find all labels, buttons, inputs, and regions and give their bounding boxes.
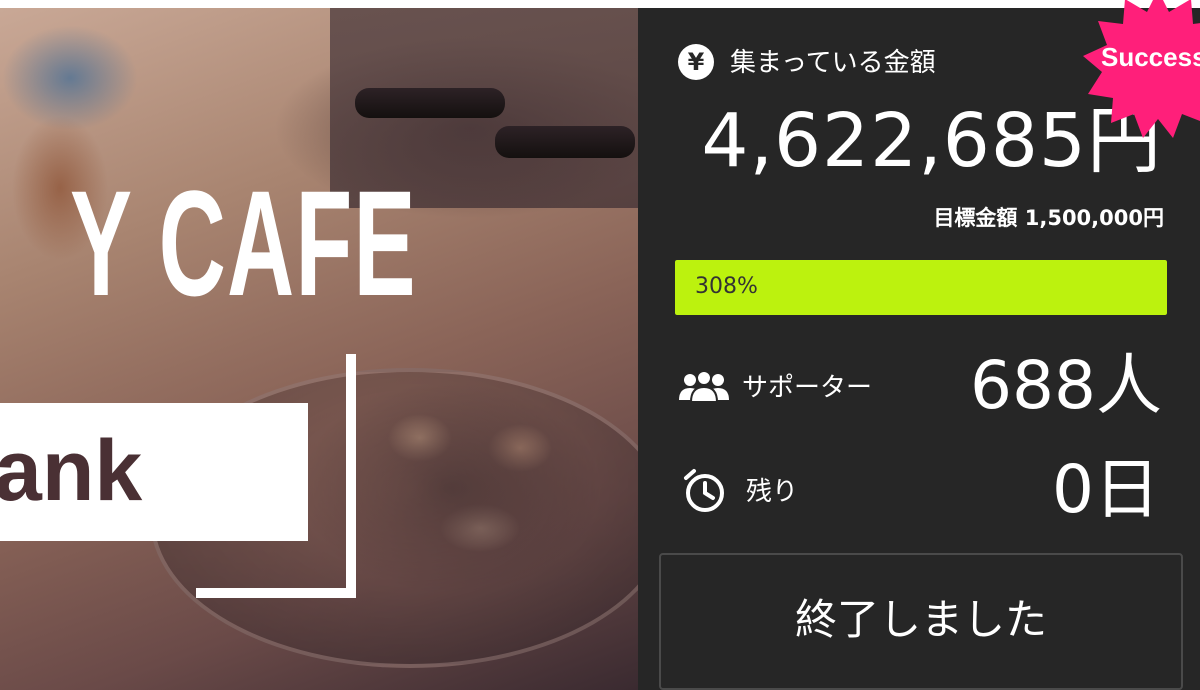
hero-frame-line — [346, 354, 356, 598]
project-page: Y CAFE ank ¥ 集まっている金額 4,622,685円 目標金額 1,… — [0, 0, 1200, 690]
goal-amount: 目標金額 1,500,000円 — [933, 206, 1164, 230]
machine-spout-graphic — [355, 88, 505, 118]
remaining-days: 0日 — [1052, 451, 1160, 528]
supporters-label: サポーター — [742, 373, 873, 403]
project-hero-image: Y CAFE ank — [0, 8, 638, 690]
hero-logo-box: ank — [0, 403, 308, 541]
timer-icon — [682, 468, 728, 514]
people-icon — [676, 366, 732, 410]
remaining-label: 残り — [746, 477, 799, 507]
hero-logo-text: ank — [0, 423, 143, 519]
yen-icon: ¥ — [678, 44, 714, 80]
supporters-count: 688人 — [970, 347, 1162, 424]
progress-percent: 308% — [695, 274, 758, 299]
hero-frame-line — [196, 588, 356, 598]
hero-title: Y CAFE — [70, 159, 417, 327]
success-badge: Success — [1083, 0, 1200, 140]
raised-amount-label: 集まっている金額 — [730, 48, 936, 78]
machine-spout-graphic — [495, 126, 635, 158]
funding-stats-panel: ¥ 集まっている金額 4,622,685円 目標金額 1,500,000円 30… — [638, 0, 1200, 690]
finished-button[interactable]: 終了しました — [659, 553, 1183, 690]
success-badge-text: Success — [1101, 42, 1200, 72]
funding-progress-bar: 308% — [675, 260, 1167, 315]
